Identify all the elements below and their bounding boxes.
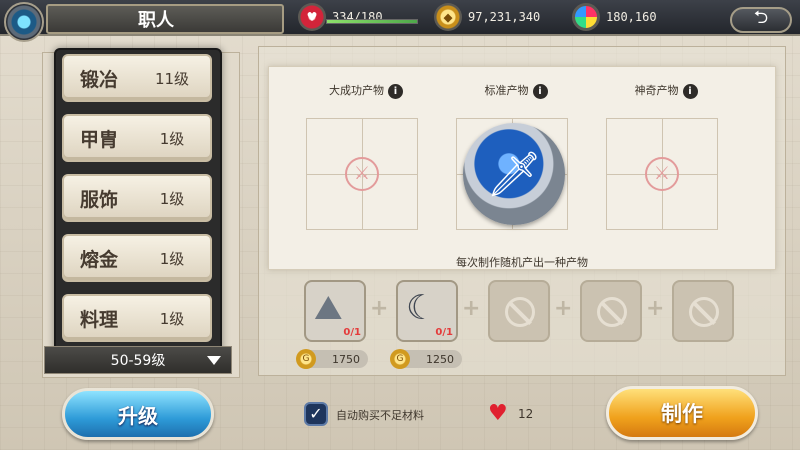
empty-slot-icon: ⚔ [345, 157, 379, 191]
gold-coin-icon: G [390, 349, 410, 369]
page-title: 职人 [138, 10, 174, 31]
material-slot-stone[interactable]: ⛰ 0/1 [304, 280, 366, 342]
material-count: 0/1 [343, 327, 361, 338]
job-item-clothing[interactable]: 服饰 1级 [62, 174, 212, 222]
sword-icon[interactable]: 🗡 [463, 123, 565, 225]
material-slot-empty[interactable] [580, 280, 642, 342]
info-icon[interactable]: i [682, 83, 698, 99]
gem-value: 180,160 [606, 10, 657, 24]
material-cost-value: 1750 [332, 352, 360, 366]
job-level: 1级 [159, 189, 185, 208]
blocked-slot-icon [505, 297, 535, 327]
gem-icon[interactable] [572, 3, 600, 31]
material-slot-empty[interactable] [672, 280, 734, 342]
product-label-text: 标准产物 [484, 84, 529, 97]
job-name: 服饰 [79, 188, 118, 211]
heart-icon: ♥ [488, 401, 508, 426]
plus-icon: + [370, 296, 389, 321]
material-cost: G 1250 [390, 349, 462, 369]
auto-buy-label: 自动购买不足材料 [336, 409, 424, 422]
material-cost: G 1750 [296, 349, 368, 369]
job-level: 1级 [159, 249, 185, 268]
stamina-stat: ♥ 334/180 [298, 3, 383, 31]
job-item-armor[interactable]: 甲胄 1级 [62, 114, 212, 162]
job-level: 1级 [159, 309, 185, 328]
plus-icon: + [554, 296, 573, 321]
product-frame[interactable]: 🗡 [456, 118, 568, 230]
material-cost-value: 1250 [426, 352, 454, 366]
stamina-bar-fill [327, 20, 417, 23]
plus-icon: + [462, 296, 481, 321]
chevron-down-icon [207, 356, 221, 365]
job-level: 1级 [159, 129, 185, 148]
info-icon[interactable]: i [532, 83, 548, 99]
gold-stat: ◆ 97,231,340 [434, 3, 540, 31]
craft-button[interactable]: 制作 [606, 386, 758, 440]
product-frame: ⚔ [306, 118, 418, 230]
heart-count: 12 [518, 407, 534, 421]
menu-orb-icon[interactable] [4, 2, 44, 42]
empty-slot-icon: ⚔ [645, 157, 679, 191]
product-label-text: 神奇产物 [634, 84, 679, 97]
stone-material-icon: ⛰ [314, 288, 343, 328]
gold-coin-icon: G [296, 349, 316, 369]
job-item-cooking[interactable]: 料理 1级 [62, 294, 212, 342]
gold-value: 97,231,340 [468, 10, 541, 24]
product-label: 大成功产物 i [306, 82, 426, 99]
upgrade-button-label: 升级 [118, 403, 158, 428]
product-label-text: 大成功产物 [329, 84, 384, 97]
product-slot-standard: 标准产物 i 🗡 [456, 82, 576, 232]
level-range-label: 50-59级 [110, 353, 166, 369]
upgrade-button[interactable]: 升级 [62, 388, 214, 440]
product-slot-great-success: 大成功产物 i ⚔ [306, 82, 426, 232]
job-name: 料理 [79, 308, 118, 331]
product-frame: ⚔ [606, 118, 718, 230]
material-slot-empty[interactable] [488, 280, 550, 342]
job-name: 熔金 [79, 248, 118, 271]
heart-icon: ♥ [298, 3, 326, 31]
job-level: 11级 [154, 69, 190, 88]
material-slot-claw[interactable]: ☾ 0/1 [396, 280, 458, 342]
info-icon[interactable]: i [388, 83, 403, 99]
product-slot-miracle: 神奇产物 i ⚔ [606, 82, 726, 232]
blocked-slot-icon [597, 297, 627, 327]
job-item-forging[interactable]: 锻冶 11级 [62, 54, 212, 102]
gold-coin-icon[interactable]: ◆ [434, 3, 462, 31]
page-title-plate: 职人 [46, 4, 284, 34]
job-item-goldsmith[interactable]: 熔金 1级 [62, 234, 212, 282]
level-range-dropdown[interactable]: 50-59级 [44, 346, 232, 374]
material-count: 0/1 [435, 327, 453, 338]
plus-icon: + [646, 296, 665, 321]
back-button[interactable]: ⮌ [730, 7, 792, 33]
craft-button-label: 制作 [661, 402, 703, 426]
job-name: 甲胄 [79, 128, 118, 151]
blocked-slot-icon [689, 297, 719, 327]
product-label: 标准产物 i [456, 82, 576, 99]
auto-buy-checkbox[interactable]: ✓ [304, 402, 328, 426]
claw-material-icon: ☾ [406, 288, 437, 328]
back-arrow-icon: ⮌ [753, 7, 769, 28]
product-label: 神奇产物 i [606, 82, 726, 99]
checkmark-icon: ✓ [309, 404, 323, 423]
random-output-note: 每次制作随机产出一种产物 [456, 256, 588, 269]
job-name: 锻冶 [79, 68, 118, 91]
gem-stat: 180,160 [572, 3, 657, 31]
stamina-bar [326, 19, 418, 24]
